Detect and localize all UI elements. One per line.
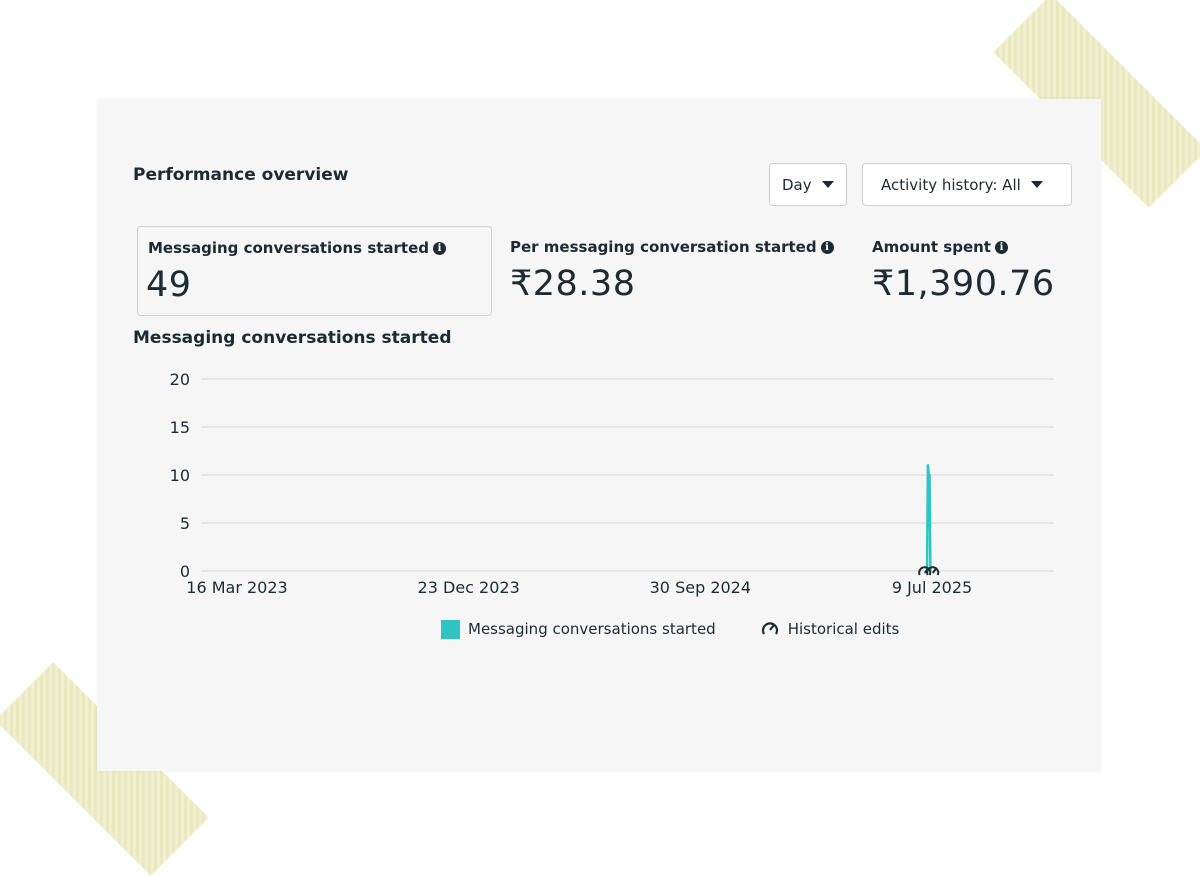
y-tick-label: 10 [170,466,190,485]
performance-card: Performance overview Day Activity histor… [97,99,1101,771]
y-tick-label: 15 [170,418,190,437]
x-tick-label: 9 Jul 2025 [892,578,972,597]
x-tick-label: 23 Dec 2023 [418,578,520,597]
chart-svg: 2015105016 Mar 2023 23 Dec 2023 30 Sep 202… [170,370,1054,597]
data-point[interactable] [927,464,929,467]
y-tick-label: 5 [180,514,190,533]
x-tick-label: 16 Mar 2023 [186,578,287,597]
x-tick-label: 30 Sep 2024 [650,578,751,597]
series-line[interactable] [925,464,932,572]
legend-label-series[interactable]: Messaging conversations started [468,620,716,638]
chart-legend: Messaging conversations started Historic… [441,619,899,639]
historical-edits-icon [761,622,778,635]
legend-label-historical-edits[interactable]: Historical edits [788,620,900,638]
data-point[interactable] [928,474,931,476]
legend-swatch [441,619,460,639]
y-tick-label: 20 [170,370,190,389]
